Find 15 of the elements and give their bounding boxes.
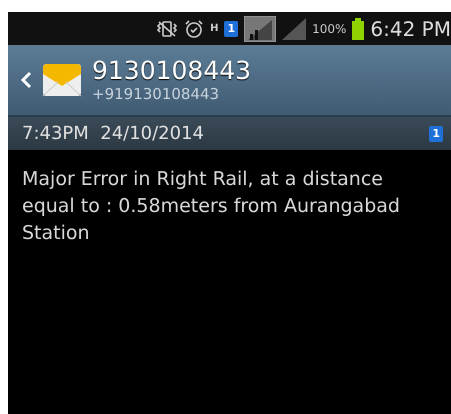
battery-percent: 100% xyxy=(312,22,346,36)
contact-name: 9130108443 xyxy=(92,57,252,85)
signal-icon xyxy=(282,18,306,40)
sim-badge: 1 xyxy=(224,20,238,36)
sim-badge: 1 xyxy=(429,126,443,142)
network-type-label: H xyxy=(210,24,218,33)
alarm-icon xyxy=(184,18,204,38)
message-text: Major Error in Right Rail, at a distance equal to : 0.58meters from Aurangabad Station xyxy=(21,167,401,246)
signal-icon xyxy=(244,16,276,42)
clock-time: 6:42 PM xyxy=(370,16,451,40)
vibrate-icon xyxy=(156,20,178,38)
battery-icon xyxy=(352,18,364,40)
back-icon[interactable] xyxy=(20,70,32,90)
message-timestamp: 7:43PM 24/10/2014 xyxy=(22,123,204,144)
contact-number: +919130108443 xyxy=(92,85,220,103)
